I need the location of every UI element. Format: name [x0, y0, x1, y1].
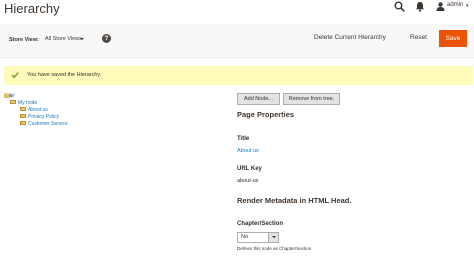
- success-message-text: You have saved the Hierarchy.: [27, 72, 102, 78]
- tree-node-label[interactable]: My node: [18, 100, 37, 106]
- page-properties-heading: Page Properties: [237, 110, 295, 119]
- tree-node-label[interactable]: Privacy Policy: [28, 114, 59, 120]
- chevron-down-icon[interactable]: [272, 236, 276, 238]
- render-metadata-heading: Render Metadata in HTML Head.: [237, 196, 352, 205]
- chapter-section-select[interactable]: No: [237, 232, 279, 243]
- tree-node-customer-service[interactable]: Customer Service: [20, 121, 68, 128]
- url-key-label: URL Key: [237, 166, 262, 172]
- folder-icon: [10, 100, 16, 105]
- folder-icon: [20, 107, 26, 112]
- tree-node-label[interactable]: Customer Service: [28, 121, 68, 127]
- user-name[interactable]: admin: [447, 2, 463, 8]
- chapter-section-value[interactable]: No: [241, 234, 248, 240]
- tree-node-privacy-policy[interactable]: Privacy Policy: [20, 114, 59, 121]
- tree-root[interactable]: /: [4, 93, 14, 100]
- title-value-link[interactable]: About us: [237, 148, 259, 154]
- folder-icon: [20, 114, 26, 119]
- help-icon[interactable]: ?: [102, 34, 111, 43]
- add-node-button[interactable]: Add Node...: [237, 93, 280, 105]
- user-icon[interactable]: [436, 2, 445, 11]
- reset-button[interactable]: Reset: [410, 34, 427, 41]
- root-folder-icon: [4, 93, 13, 98]
- delete-hierarchy-button[interactable]: Delete Current Hierarchy: [314, 34, 386, 41]
- save-button[interactable]: Save: [439, 30, 467, 47]
- chapter-section-label: Chapter/Section: [237, 221, 284, 227]
- store-view-switcher[interactable]: All Store Views: [45, 36, 82, 42]
- tree-node-my-node[interactable]: My node: [10, 100, 37, 107]
- bell-icon[interactable]: [415, 1, 425, 12]
- page-title: Hierarchy: [4, 1, 60, 16]
- tree-node-label[interactable]: About us: [28, 107, 48, 113]
- chapter-section-note: Defines this node as Chapter/Section: [237, 246, 312, 251]
- success-message: You have saved the Hierarchy.: [4, 66, 473, 85]
- search-icon[interactable]: [394, 1, 405, 12]
- select-toggle[interactable]: [268, 233, 278, 242]
- page-actions-bar: Store View: All Store Views ? Delete Cur…: [0, 24, 474, 58]
- tree-node-about-us[interactable]: About us: [20, 107, 48, 114]
- user-menu-caret-icon[interactable]: ▾: [466, 3, 469, 9]
- folder-icon: [20, 121, 26, 126]
- remove-from-tree-button[interactable]: Remove from tree.: [283, 93, 340, 105]
- store-view-label: Store View:: [9, 37, 39, 43]
- checkmark-icon: [11, 72, 19, 79]
- url-key-value: about-us: [237, 178, 259, 184]
- tree-root-label[interactable]: /: [13, 93, 14, 99]
- chevron-down-icon[interactable]: [80, 38, 84, 40]
- title-label: Title: [237, 136, 250, 142]
- page-header: Hierarchy admin ▾: [0, 0, 474, 24]
